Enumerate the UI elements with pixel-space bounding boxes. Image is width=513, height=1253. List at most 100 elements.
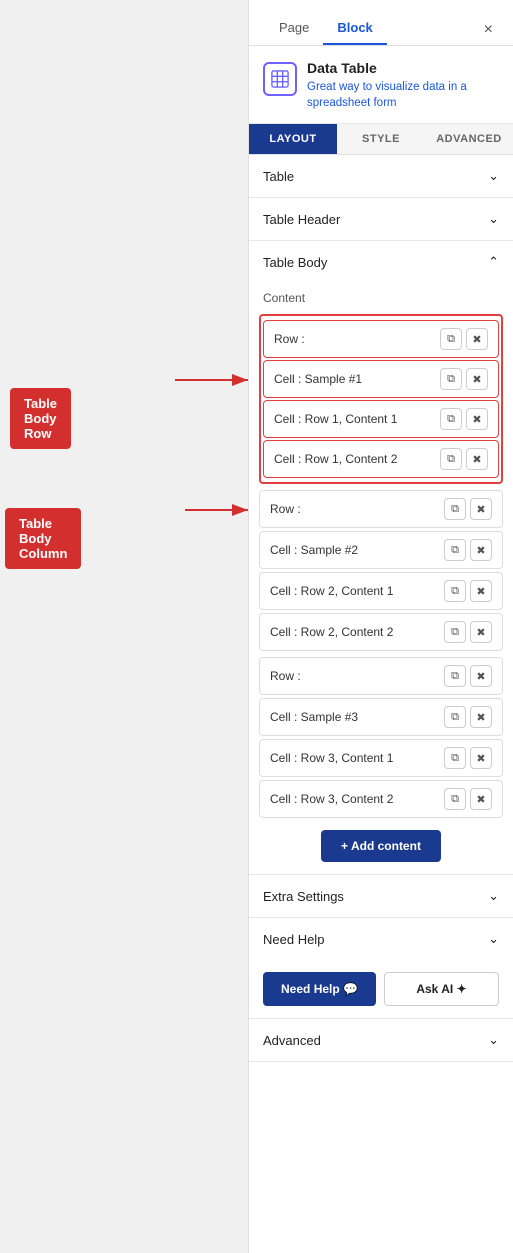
cell-3-content1-item: Cell : Row 3, Content 1 ⧉ ✖ bbox=[259, 739, 503, 777]
advanced-section: Advanced ⌄ bbox=[249, 1019, 513, 1062]
cell-3-sample-delete-btn[interactable]: ✖ bbox=[470, 706, 492, 728]
table-body-column-arrow bbox=[0, 490, 270, 550]
cell-2-content1-item: Cell : Row 2, Content 1 ⧉ ✖ bbox=[259, 572, 503, 610]
cell-2-content2-item: Cell : Row 2, Content 2 ⧉ ✖ bbox=[259, 613, 503, 651]
cell-3-sample-copy-btn[interactable]: ⧉ bbox=[444, 706, 466, 728]
table-body-chevron-icon: ⌃ bbox=[488, 254, 499, 270]
table-section-header[interactable]: Table ⌄ bbox=[249, 155, 513, 197]
tab-block[interactable]: Block bbox=[323, 14, 386, 45]
left-panel: Table Body Row Table Body Column bbox=[0, 0, 248, 1253]
cell-1-content2-delete-btn[interactable]: ✖ bbox=[466, 448, 488, 470]
cell-3-content2-actions: ⧉ ✖ bbox=[444, 788, 492, 810]
cell-1-content2-actions: ⧉ ✖ bbox=[440, 448, 488, 470]
cell-3-content2-delete-btn[interactable]: ✖ bbox=[470, 788, 492, 810]
sub-tab-advanced[interactable]: ADVANCED bbox=[425, 124, 513, 154]
cell-3-content2-label: Cell : Row 3, Content 2 bbox=[270, 792, 444, 806]
cell-1-content2-item: Cell : Row 1, Content 2 ⧉ ✖ bbox=[263, 440, 499, 478]
cell-3-content1-delete-btn[interactable]: ✖ bbox=[470, 747, 492, 769]
cell-2-sample-delete-btn[interactable]: ✖ bbox=[470, 539, 492, 561]
ask-ai-button[interactable]: Ask AI ✦ bbox=[384, 972, 499, 1006]
need-help-button-label: Need Help 💬 bbox=[281, 982, 358, 996]
block-title: Data Table bbox=[307, 60, 499, 76]
sub-tab-layout[interactable]: LAYOUT bbox=[249, 124, 337, 154]
cell-2-content1-delete-btn[interactable]: ✖ bbox=[470, 580, 492, 602]
cell-1-sample-copy-btn[interactable]: ⧉ bbox=[440, 368, 462, 390]
add-content-button[interactable]: + Add content bbox=[321, 830, 441, 862]
row-3-item: Row : ⧉ ✖ bbox=[259, 657, 503, 695]
cell-1-sample-item: Cell : Sample #1 ⧉ ✖ bbox=[263, 360, 499, 398]
cell-1-sample-actions: ⧉ ✖ bbox=[440, 368, 488, 390]
table-section-label: Table bbox=[263, 169, 294, 184]
row-3-copy-btn[interactable]: ⧉ bbox=[444, 665, 466, 687]
cell-1-content1-delete-btn[interactable]: ✖ bbox=[466, 408, 488, 430]
block-description: Great way to visualize data in a spreads… bbox=[307, 79, 499, 111]
extra-settings-header[interactable]: Extra Settings ⌄ bbox=[249, 875, 513, 917]
sub-tab-style[interactable]: STYLE bbox=[337, 124, 425, 154]
cell-1-content1-item: Cell : Row 1, Content 1 ⧉ ✖ bbox=[263, 400, 499, 438]
cell-1-sample-label: Cell : Sample #1 bbox=[274, 372, 440, 386]
table-header-section-label: Table Header bbox=[263, 212, 340, 227]
cell-3-sample-label: Cell : Sample #3 bbox=[270, 710, 444, 724]
tab-page[interactable]: Page bbox=[265, 14, 323, 45]
row-1-item: Row : ⧉ ✖ bbox=[263, 320, 499, 358]
cell-2-sample-item: Cell : Sample #2 ⧉ ✖ bbox=[259, 531, 503, 569]
table-section: Table ⌄ bbox=[249, 155, 513, 198]
extra-settings-chevron-icon: ⌄ bbox=[488, 888, 499, 904]
row-1-actions: ⧉ ✖ bbox=[440, 328, 488, 350]
sub-tabs: LAYOUT STYLE ADVANCED bbox=[249, 124, 513, 155]
row-1-group-highlight: Row : ⧉ ✖ Cell : Sample #1 ⧉ ✖ Cell : Ro… bbox=[259, 314, 503, 484]
cell-2-content2-actions: ⧉ ✖ bbox=[444, 621, 492, 643]
need-help-chevron-icon: ⌄ bbox=[488, 931, 499, 947]
cell-3-content2-item: Cell : Row 3, Content 2 ⧉ ✖ bbox=[259, 780, 503, 818]
cell-3-content1-label: Cell : Row 3, Content 1 bbox=[270, 751, 444, 765]
table-header-section: Table Header ⌄ bbox=[249, 198, 513, 241]
cell-2-content1-actions: ⧉ ✖ bbox=[444, 580, 492, 602]
advanced-section-label: Advanced bbox=[263, 1033, 321, 1048]
cell-3-content2-copy-btn[interactable]: ⧉ bbox=[444, 788, 466, 810]
cell-1-content1-copy-btn[interactable]: ⧉ bbox=[440, 408, 462, 430]
need-help-button[interactable]: Need Help 💬 bbox=[263, 972, 376, 1006]
data-table-icon bbox=[263, 62, 297, 96]
row-2-copy-btn[interactable]: ⧉ bbox=[444, 498, 466, 520]
table-header-chevron-icon: ⌄ bbox=[488, 211, 499, 227]
need-help-section: Need Help ⌄ Need Help 💬 Ask AI ✦ bbox=[249, 918, 513, 1019]
cell-2-content1-label: Cell : Row 2, Content 1 bbox=[270, 584, 444, 598]
extra-settings-label: Extra Settings bbox=[263, 889, 344, 904]
row-3-delete-btn[interactable]: ✖ bbox=[470, 665, 492, 687]
row-3-label: Row : bbox=[270, 669, 444, 683]
cell-1-content2-copy-btn[interactable]: ⧉ bbox=[440, 448, 462, 470]
row-2-label: Row : bbox=[270, 502, 444, 516]
table-body-section-header[interactable]: Table Body ⌃ bbox=[249, 241, 513, 283]
cell-3-sample-item: Cell : Sample #3 ⧉ ✖ bbox=[259, 698, 503, 736]
row-1-copy-btn[interactable]: ⧉ bbox=[440, 328, 462, 350]
cell-1-content1-label: Cell : Row 1, Content 1 bbox=[274, 412, 440, 426]
cell-3-content1-copy-btn[interactable]: ⧉ bbox=[444, 747, 466, 769]
cell-2-content2-copy-btn[interactable]: ⧉ bbox=[444, 621, 466, 643]
cell-2-content2-delete-btn[interactable]: ✖ bbox=[470, 621, 492, 643]
cell-2-content1-copy-btn[interactable]: ⧉ bbox=[444, 580, 466, 602]
cell-2-sample-copy-btn[interactable]: ⧉ bbox=[444, 539, 466, 561]
ask-ai-button-label: Ask AI ✦ bbox=[416, 982, 466, 996]
cell-2-sample-label: Cell : Sample #2 bbox=[270, 543, 444, 557]
cell-1-sample-delete-btn[interactable]: ✖ bbox=[466, 368, 488, 390]
cell-2-content2-label: Cell : Row 2, Content 2 bbox=[270, 625, 444, 639]
row-3-actions: ⧉ ✖ bbox=[444, 665, 492, 687]
advanced-chevron-icon: ⌄ bbox=[488, 1032, 499, 1048]
row-1-delete-btn[interactable]: ✖ bbox=[466, 328, 488, 350]
cell-1-content2-label: Cell : Row 1, Content 2 bbox=[274, 452, 440, 466]
table-body-section-label: Table Body bbox=[263, 255, 327, 270]
need-help-section-header[interactable]: Need Help ⌄ bbox=[249, 918, 513, 960]
row-2-item: Row : ⧉ ✖ bbox=[259, 490, 503, 528]
row-2-delete-btn[interactable]: ✖ bbox=[470, 498, 492, 520]
right-panel: Page Block × Data Table Great way to vis… bbox=[248, 0, 513, 1253]
close-button[interactable]: × bbox=[480, 17, 497, 43]
cell-3-content1-actions: ⧉ ✖ bbox=[444, 747, 492, 769]
cell-2-sample-actions: ⧉ ✖ bbox=[444, 539, 492, 561]
advanced-section-header[interactable]: Advanced ⌄ bbox=[249, 1019, 513, 1061]
block-info: Data Table Great way to visualize data i… bbox=[307, 60, 499, 111]
cell-3-sample-actions: ⧉ ✖ bbox=[444, 706, 492, 728]
table-body-section: Table Body ⌃ Content Row : ⧉ ✖ Cell : Sa… bbox=[249, 241, 513, 875]
extra-settings-section: Extra Settings ⌄ bbox=[249, 875, 513, 918]
table-chevron-icon: ⌄ bbox=[488, 168, 499, 184]
table-header-section-header[interactable]: Table Header ⌄ bbox=[249, 198, 513, 240]
